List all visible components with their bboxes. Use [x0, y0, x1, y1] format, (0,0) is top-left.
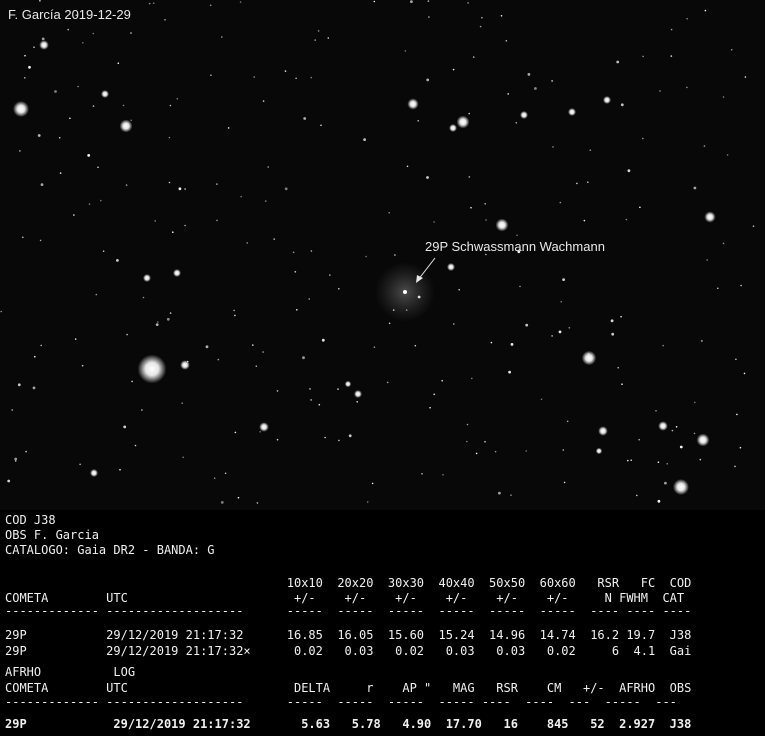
report-observer: OBS F. Garcia [5, 528, 99, 542]
star-field-image: F. García 2019-12-29 29P Schwassmann Wac… [0, 0, 765, 510]
table2-header-2: COMETA UTC DELTA r AP " MAG RSR CM +/- A… [5, 681, 692, 695]
report-code: COD J38 [5, 513, 56, 527]
report-catalog: CATALOGO: Gaia DR2 - BANDA: G [5, 543, 215, 557]
table2-row-afrho: 29P 29/12/2019 21:17:32 5.63 5.78 4.90 1… [5, 717, 692, 731]
table2-separator: ------------- ------------------- ----- … [5, 695, 677, 709]
comet-pointer-arrow [416, 257, 436, 283]
table1-separator: ------------- ------------------- ----- … [5, 604, 692, 618]
photometry-report: COD J38 OBS F. Garcia CATALOGO: Gaia DR2… [0, 510, 765, 736]
table1-row-errors: 29P 29/12/2019 21:17:32× 0.02 0.03 0.02 … [5, 644, 692, 658]
table2-header-1: AFRHO LOG [5, 665, 136, 679]
table1-header-2: COMETA UTC +/- +/- +/- +/- +/- +/- N FWH… [5, 591, 685, 605]
table1-row-magnitudes: 29P 29/12/2019 21:17:32 16.85 16.05 15.6… [5, 628, 692, 642]
table1-header-1: 10x10 20x20 30x30 40x40 50x50 60x60 RSR … [5, 576, 692, 590]
